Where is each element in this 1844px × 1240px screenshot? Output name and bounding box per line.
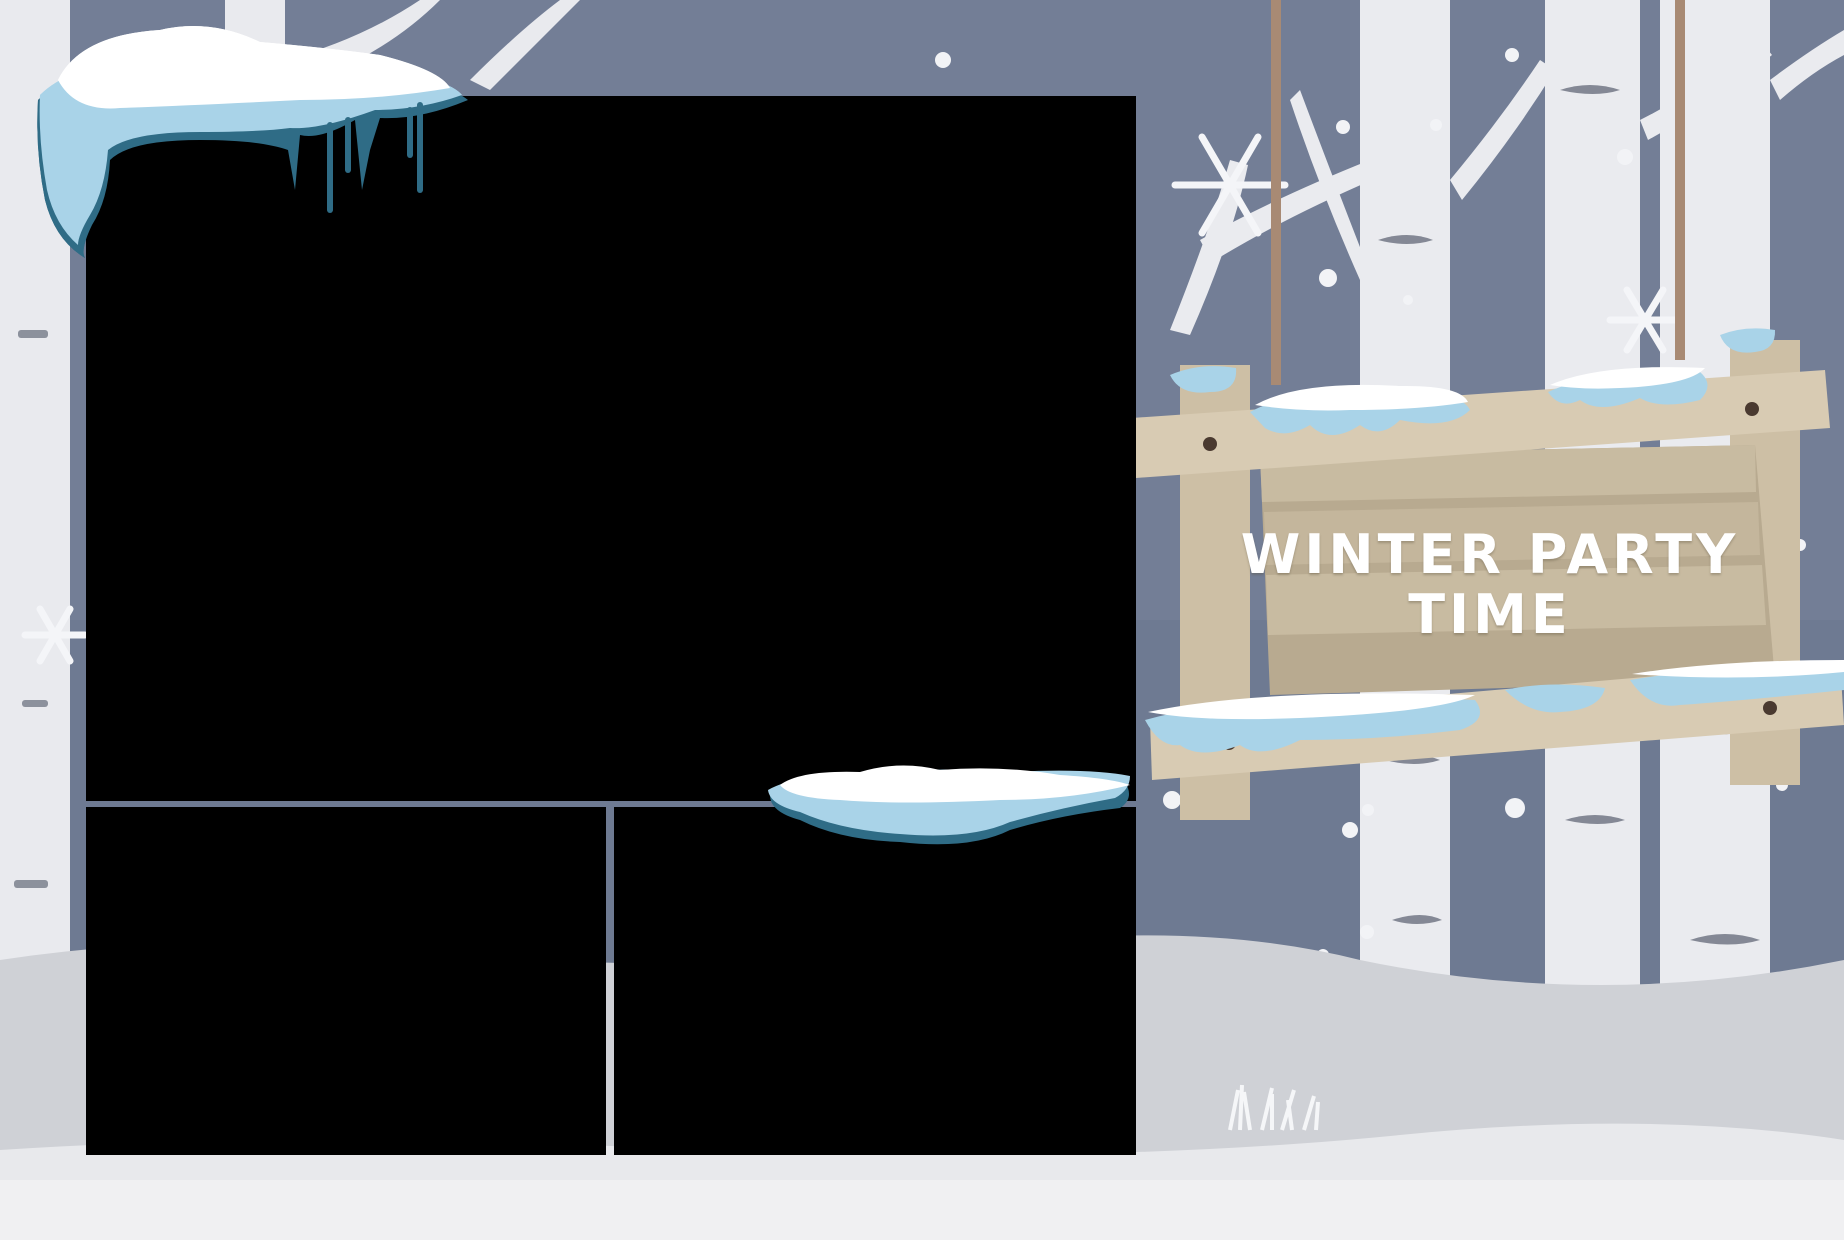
sign-title-line-2: TIME <box>1408 583 1572 646</box>
sign-title-line-1: WINTER PARTY <box>1240 523 1740 586</box>
photo-slot-bottom-left[interactable] <box>86 807 606 1155</box>
photo-slot-main[interactable] <box>86 96 1136 801</box>
photo-slot-bottom-right[interactable] <box>614 807 1136 1155</box>
